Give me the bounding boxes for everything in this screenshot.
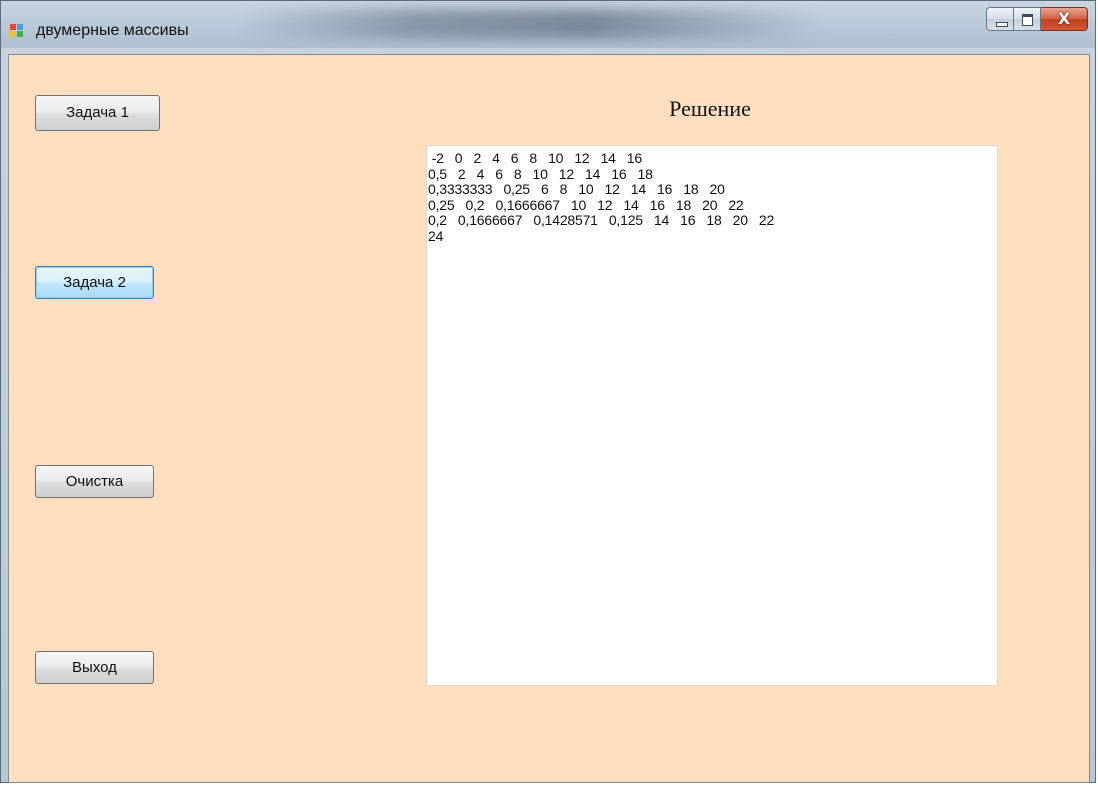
maximize-icon <box>1022 14 1033 26</box>
clear-button[interactable]: Очистка <box>35 465 154 498</box>
solution-output-textbox[interactable]: -2 0 2 4 6 8 10 12 14 16 0,5 2 4 6 8 10 … <box>426 145 998 686</box>
minimize-button[interactable] <box>986 7 1014 31</box>
window-title: двумерные массивы <box>36 22 189 39</box>
title-bar-glass <box>241 9 821 39</box>
output-line: 0,25 0,2 0,1666667 10 12 14 16 18 20 22 <box>428 196 744 213</box>
output-line: 0,3333333 0,25 6 8 10 12 14 16 18 20 <box>428 181 725 197</box>
maximize-button[interactable] <box>1014 7 1041 31</box>
task1-button[interactable]: Задача 1 <box>35 95 160 131</box>
app-icon-square-green <box>17 31 23 37</box>
app-icon[interactable] <box>10 24 26 40</box>
output-line: 0,2 0,1666667 0,1428571 0,125 14 16 18 2… <box>428 212 775 228</box>
task2-button[interactable]: Задача 2 <box>35 266 154 299</box>
output-line: 24 <box>428 227 444 244</box>
app-icon-square-red <box>10 24 16 30</box>
output-line: -2 0 2 4 6 8 10 12 14 16 <box>428 150 642 166</box>
output-line: 0,5 2 4 6 8 10 12 14 16 18 <box>428 165 653 182</box>
exit-button[interactable]: Выход <box>35 651 154 684</box>
close-button[interactable]: X <box>1041 7 1088 31</box>
minimize-icon <box>996 22 1008 27</box>
solution-title: Решение <box>669 96 751 121</box>
app-icon-square-yellow <box>10 31 16 37</box>
close-icon: X <box>1057 9 1071 28</box>
app-icon-square-blue <box>17 24 23 30</box>
title-bar[interactable]: двумерные массивы X <box>1 1 1095 48</box>
window-controls: X <box>986 7 1088 33</box>
